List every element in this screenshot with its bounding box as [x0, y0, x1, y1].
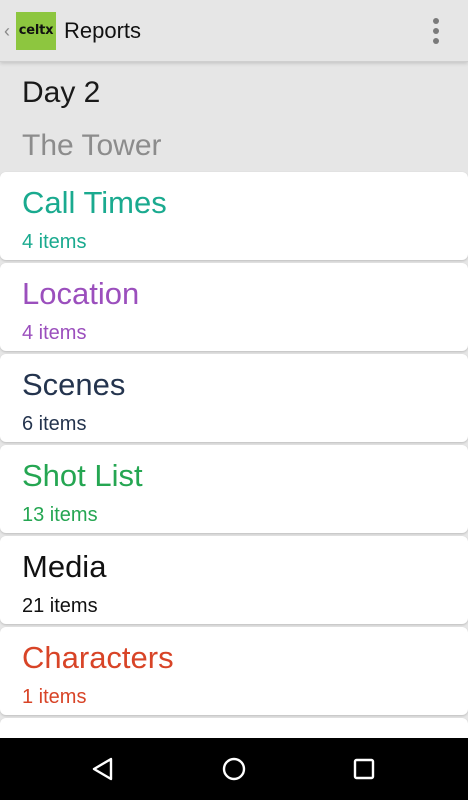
report-title: Media [22, 549, 107, 584]
report-count: 4 items [22, 322, 87, 344]
recents-square-icon[interactable] [349, 754, 379, 784]
back-triangle-icon[interactable] [88, 754, 118, 784]
report-count: 1 items [22, 686, 87, 708]
report-title: Location [22, 276, 140, 311]
context-header: Day 2 The Tower [0, 62, 468, 172]
overflow-menu-icon[interactable] [426, 16, 446, 46]
app-bar: ‹ celtx Reports [0, 0, 468, 62]
report-count: 13 items [22, 504, 98, 526]
report-title: Call Times [22, 185, 167, 220]
back-chevron-icon[interactable]: ‹ [4, 22, 16, 40]
celtx-logo[interactable]: celtx [16, 11, 56, 50]
system-nav-bar [0, 738, 468, 800]
report-title: Shot List [22, 458, 143, 493]
report-card-media[interactable]: Media 21 items [0, 536, 468, 624]
report-card-shot-list[interactable]: Shot List 13 items [0, 445, 468, 533]
report-count: 4 items [22, 231, 87, 253]
report-card-call-times[interactable]: Call Times 4 items [0, 172, 468, 260]
menu-dot [433, 38, 439, 44]
report-count: 6 items [22, 413, 87, 435]
report-card-location[interactable]: Location 4 items [0, 263, 468, 351]
report-card-characters[interactable]: Characters 1 items [0, 627, 468, 715]
report-title: Scenes [22, 367, 126, 402]
page-title: Reports [64, 17, 142, 43]
report-card-scenes[interactable]: Scenes 6 items [0, 354, 468, 442]
location-label: The Tower [22, 129, 162, 162]
home-circle-icon[interactable] [219, 754, 249, 784]
menu-dot [433, 28, 439, 34]
report-title: Characters [22, 640, 174, 675]
day-label: Day 2 [22, 76, 101, 109]
menu-dot [433, 18, 439, 24]
report-count: 21 items [22, 595, 98, 617]
